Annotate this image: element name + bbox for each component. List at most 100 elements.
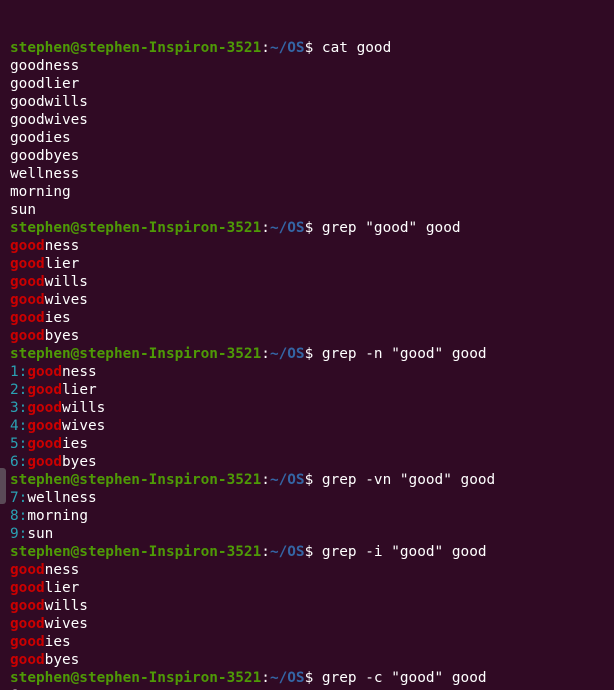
output-line: goodies (10, 633, 614, 651)
output-line: sun (10, 201, 614, 219)
output-rest: wills (44, 598, 88, 614)
output-rest: byes (62, 454, 97, 470)
command-text: grep -c "good" good (321, 670, 487, 686)
prompt-path: ~/OS (269, 544, 305, 560)
output-line: goodness (10, 561, 614, 579)
match-highlight: good (27, 418, 62, 434)
match-highlight: good (27, 454, 62, 470)
command-text: cat good (321, 40, 392, 56)
match-highlight: good (27, 364, 62, 380)
output-rest: lier (44, 256, 80, 272)
output-rest: morning (27, 508, 88, 524)
output-rest: wellness (27, 490, 97, 506)
match-highlight: good (10, 238, 45, 254)
output-rest: lier (44, 580, 80, 596)
match-highlight: good (10, 580, 45, 596)
prompt-user-host: stephen@stephen-Inspiron-3521 (10, 670, 262, 686)
line-number: 9 (10, 526, 19, 542)
command-text: grep -vn "good" good (321, 472, 496, 488)
output-text: goodwills (10, 94, 88, 110)
output-line: goodwives (10, 291, 614, 309)
prompt-path: ~/OS (269, 472, 305, 488)
output-line: 8:morning (10, 507, 614, 525)
command-text: grep -n "good" good (321, 346, 487, 362)
output-text: goodwives (10, 112, 88, 128)
match-highlight: good (10, 652, 45, 668)
output-line: goodness (10, 237, 614, 255)
output-line: wellness (10, 165, 614, 183)
output-line: goodwills (10, 597, 614, 615)
output-line: goodlier (10, 255, 614, 273)
line-number: 3 (10, 400, 19, 416)
match-highlight: good (27, 436, 62, 452)
line-number: 4 (10, 418, 19, 434)
prompt-colon: : (261, 220, 270, 236)
prompt-line: stephen@stephen-Inspiron-3521:~/OS$ grep… (10, 219, 614, 237)
prompt-colon: : (261, 670, 270, 686)
output-rest: sun (27, 526, 54, 542)
output-line: goodbyes (10, 651, 614, 669)
match-highlight: good (10, 328, 45, 344)
match-highlight: good (10, 616, 45, 632)
match-highlight: good (10, 292, 45, 308)
prompt-dollar: $ (304, 40, 322, 56)
prompt-user-host: stephen@stephen-Inspiron-3521 (10, 220, 262, 236)
output-text: goodness (10, 58, 80, 74)
output-text: wellness (10, 166, 80, 182)
prompt-path: ~/OS (269, 346, 305, 362)
output-rest: wives (44, 616, 88, 632)
line-number: 7 (10, 490, 19, 506)
match-highlight: good (10, 256, 45, 272)
output-line: goodlier (10, 75, 614, 93)
output-line: 3:goodwills (10, 399, 614, 417)
match-highlight: good (10, 562, 45, 578)
output-line: goodness (10, 57, 614, 75)
prompt-colon: : (261, 544, 270, 560)
output-line: morning (10, 183, 614, 201)
prompt-line: stephen@stephen-Inspiron-3521:~/OS$ grep… (10, 543, 614, 561)
output-rest: wives (44, 292, 88, 308)
output-line: 2:goodlier (10, 381, 614, 399)
prompt-line: stephen@stephen-Inspiron-3521:~/OS$ cat … (10, 39, 614, 57)
output-line: goodwills (10, 93, 614, 111)
match-highlight: good (10, 598, 45, 614)
match-highlight: good (10, 310, 45, 326)
output-rest: lier (62, 382, 97, 398)
terminal-window[interactable]: stephen@stephen-Inspiron-3521:~/OS$ cat … (0, 0, 614, 690)
prompt-dollar: $ (304, 346, 322, 362)
output-rest: byes (44, 328, 80, 344)
output-line: goodlier (10, 579, 614, 597)
prompt-dollar: $ (304, 220, 322, 236)
line-number: 2 (10, 382, 19, 398)
terminal-output: stephen@stephen-Inspiron-3521:~/OS$ cat … (10, 39, 614, 690)
output-rest: wills (44, 274, 88, 290)
prompt-colon: : (261, 40, 270, 56)
line-number: 6 (10, 454, 19, 470)
output-line: goodies (10, 129, 614, 147)
output-rest: wills (62, 400, 106, 416)
output-line: goodwives (10, 615, 614, 633)
scrollbar-handle[interactable] (0, 468, 6, 504)
prompt-line: stephen@stephen-Inspiron-3521:~/OS$ grep… (10, 471, 614, 489)
output-rest: ness (44, 238, 80, 254)
prompt-path: ~/OS (269, 670, 305, 686)
output-line: goodbyes (10, 327, 614, 345)
prompt-dollar: $ (304, 472, 322, 488)
output-line: 4:goodwives (10, 417, 614, 435)
command-text: grep "good" good (321, 220, 461, 236)
output-line: 7:wellness (10, 489, 614, 507)
prompt-user-host: stephen@stephen-Inspiron-3521 (10, 544, 262, 560)
output-line: goodwills (10, 273, 614, 291)
output-line: goodies (10, 309, 614, 327)
line-number: 1 (10, 364, 19, 380)
prompt-user-host: stephen@stephen-Inspiron-3521 (10, 472, 262, 488)
output-text: sun (10, 202, 36, 218)
match-highlight: good (10, 274, 45, 290)
output-line: 5:goodies (10, 435, 614, 453)
prompt-dollar: $ (304, 544, 322, 560)
prompt-dollar: $ (304, 670, 322, 686)
prompt-colon: : (261, 472, 270, 488)
prompt-user-host: stephen@stephen-Inspiron-3521 (10, 346, 262, 362)
match-highlight: good (10, 634, 45, 650)
output-line: 1:goodness (10, 363, 614, 381)
